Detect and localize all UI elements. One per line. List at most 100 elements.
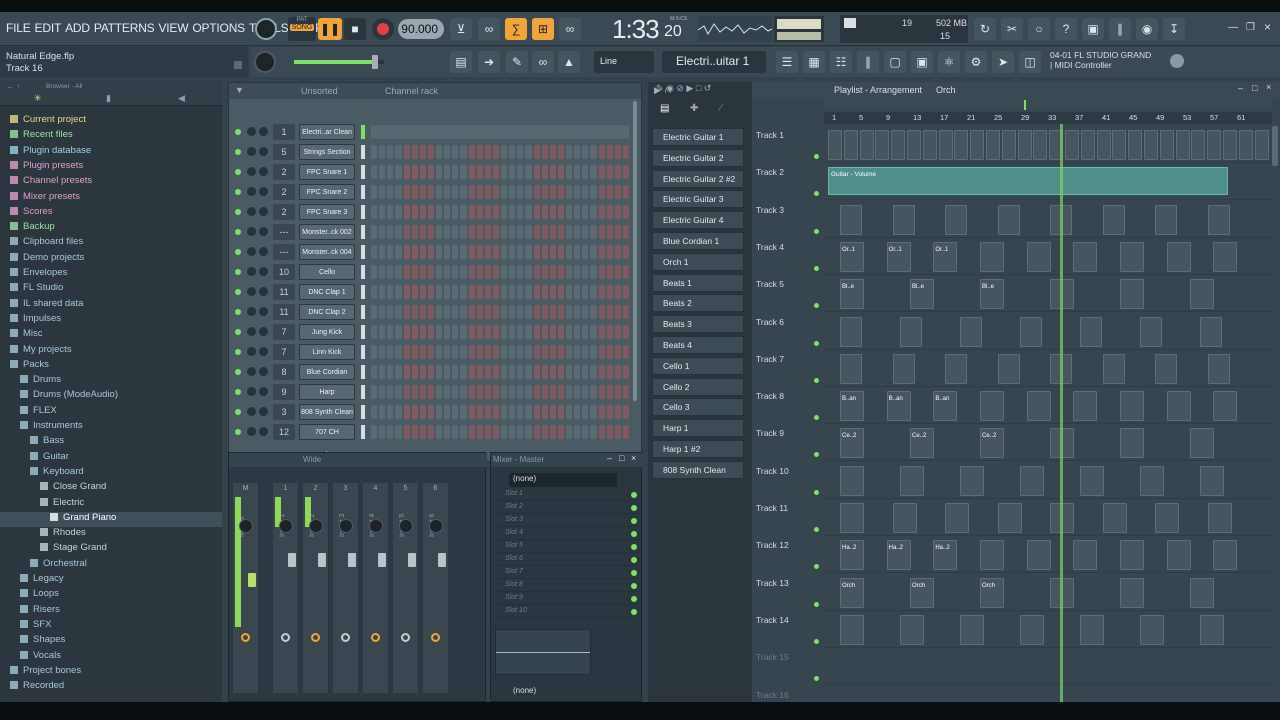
- browser-item[interactable]: Grand Piano: [0, 511, 222, 527]
- pattern-clip[interactable]: [843, 130, 858, 160]
- step-button[interactable]: [598, 325, 605, 339]
- pattern-clip[interactable]: [840, 614, 864, 645]
- pattern-clip[interactable]: Orch: [840, 577, 864, 608]
- step-button[interactable]: [460, 205, 467, 219]
- channel-mute-led[interactable]: [235, 149, 241, 155]
- step-button[interactable]: [427, 365, 434, 379]
- browser-item[interactable]: Mixer presets: [0, 191, 222, 206]
- route-knob[interactable]: [241, 633, 250, 642]
- track-header[interactable]: Track 10: [756, 466, 822, 495]
- step-button[interactable]: [371, 245, 378, 259]
- step-button[interactable]: [501, 305, 508, 319]
- channel-volume-knob[interactable]: [259, 207, 268, 216]
- step-button[interactable]: [501, 265, 508, 279]
- step-button[interactable]: [590, 245, 597, 259]
- pattern-clip[interactable]: [891, 130, 906, 160]
- step-button[interactable]: [525, 345, 532, 359]
- track-lane[interactable]: [824, 648, 1272, 686]
- browser-item[interactable]: Bass: [0, 435, 222, 450]
- channel-row[interactable]: 2 FPC Snare 2: [229, 183, 641, 201]
- step-button[interactable]: [411, 285, 418, 299]
- channel-name-button[interactable]: Electri..ar Clean: [299, 124, 355, 140]
- channel-row[interactable]: 11 DNC Clap 1: [229, 283, 641, 301]
- step-button[interactable]: [533, 365, 540, 379]
- channel-name-button[interactable]: 707 CH: [299, 424, 355, 440]
- browser-back-icon[interactable]: ← ↑: [6, 82, 20, 91]
- channel-volume-knob[interactable]: [259, 327, 268, 336]
- pattern-clip[interactable]: [900, 465, 924, 496]
- pan-knob[interactable]: [309, 519, 323, 533]
- browser-item[interactable]: Shapes: [0, 634, 222, 649]
- slot-enable-led[interactable]: [631, 557, 637, 563]
- step-button[interactable]: [582, 225, 589, 239]
- step-button[interactable]: [387, 365, 394, 379]
- step-button[interactable]: [501, 385, 508, 399]
- pattern-clip[interactable]: [1155, 503, 1179, 533]
- pattern-clip[interactable]: [1102, 204, 1125, 235]
- step-button[interactable]: [403, 245, 410, 259]
- step-button[interactable]: [549, 305, 556, 319]
- step-button[interactable]: [452, 225, 459, 239]
- global-knob[interactable]: [255, 18, 277, 40]
- menu-edit[interactable]: EDIT: [35, 21, 62, 35]
- playlist-restore-icon[interactable]: □: [1252, 83, 1257, 93]
- pattern-clip[interactable]: [1112, 130, 1127, 160]
- panel-restore-icon[interactable]: □: [619, 453, 624, 463]
- channel-volume-knob[interactable]: [259, 307, 268, 316]
- track-lane[interactable]: [824, 611, 1272, 648]
- step-button[interactable]: [590, 185, 597, 199]
- channel-pan-knob[interactable]: [247, 347, 256, 356]
- channel-select-bar[interactable]: [361, 125, 365, 139]
- pattern-clip[interactable]: [1144, 130, 1158, 160]
- step-button[interactable]: [549, 405, 556, 419]
- step-button[interactable]: [549, 345, 556, 359]
- channel-volume-knob[interactable]: [259, 187, 268, 196]
- step-button[interactable]: [395, 305, 402, 319]
- step-button[interactable]: [549, 425, 556, 439]
- step-button[interactable]: [509, 365, 516, 379]
- step-sequencer[interactable]: [371, 145, 629, 159]
- pattern-clip[interactable]: [1140, 614, 1164, 645]
- pattern-clip[interactable]: [1020, 316, 1042, 347]
- step-button[interactable]: [557, 205, 564, 219]
- step-button[interactable]: [419, 305, 426, 319]
- step-button[interactable]: [622, 385, 629, 399]
- browser-item[interactable]: Current project: [0, 114, 222, 129]
- step-button[interactable]: [476, 265, 483, 279]
- step-button[interactable]: [484, 245, 491, 259]
- step-button[interactable]: [419, 145, 426, 159]
- channel-row[interactable]: 8 Blue Cordian: [229, 363, 641, 381]
- step-button[interactable]: [582, 405, 589, 419]
- pattern-clip[interactable]: [1001, 130, 1016, 160]
- pattern-clip[interactable]: [945, 503, 969, 533]
- step-button[interactable]: [525, 145, 532, 159]
- panel-min-icon[interactable]: –: [607, 453, 612, 463]
- step-button[interactable]: [606, 385, 613, 399]
- step-button[interactable]: [533, 185, 540, 199]
- rack-scrollbar[interactable]: [633, 101, 637, 401]
- step-button[interactable]: [484, 365, 491, 379]
- track-mute-led[interactable]: [814, 452, 819, 458]
- step-sequencer[interactable]: [371, 365, 629, 379]
- step-button[interactable]: [419, 325, 426, 339]
- step-button[interactable]: [468, 185, 475, 199]
- step-button[interactable]: [419, 365, 426, 379]
- track-header[interactable]: Track 15: [756, 652, 822, 682]
- channel-row[interactable]: 7 Jung Kick: [229, 323, 641, 341]
- step-button[interactable]: [419, 225, 426, 239]
- channel-mixer-track[interactable]: 1: [273, 124, 295, 140]
- step-button[interactable]: [582, 425, 589, 439]
- slot-enable-led[interactable]: [631, 544, 637, 550]
- step-button[interactable]: [541, 405, 548, 419]
- browser-item[interactable]: Packs: [0, 359, 222, 374]
- track-header[interactable]: Track 4: [756, 242, 822, 271]
- step-button[interactable]: [427, 145, 434, 159]
- browser-item[interactable]: Backup: [0, 221, 222, 236]
- pattern-clip[interactable]: Or..1: [886, 241, 911, 272]
- step-button[interactable]: [574, 425, 581, 439]
- channel-volume-knob[interactable]: [259, 167, 268, 176]
- slot-enable-led[interactable]: [631, 609, 637, 615]
- pattern-clip[interactable]: [960, 316, 982, 347]
- step-button[interactable]: [436, 325, 443, 339]
- mixer-strip[interactable]: 3Insert 3: [333, 483, 359, 693]
